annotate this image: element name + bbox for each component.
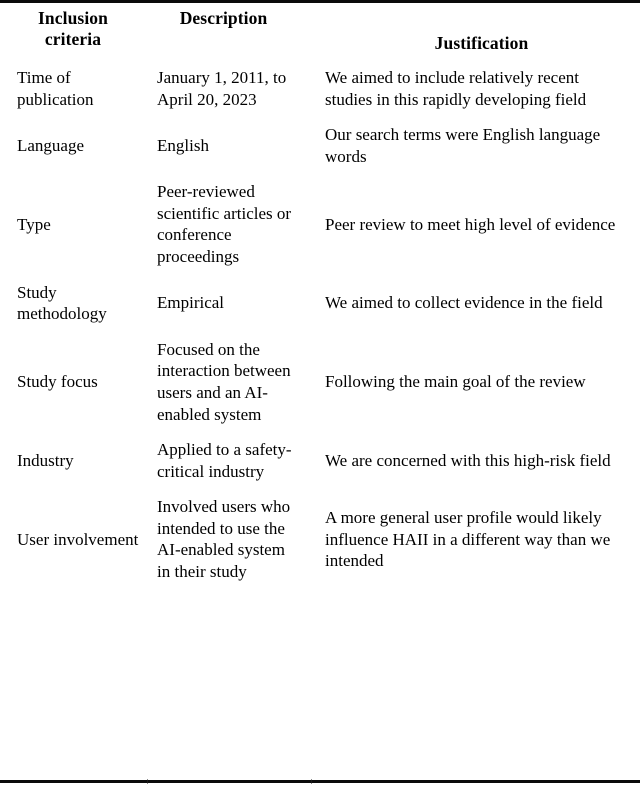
cell-justification: We aimed to include relatively recent st… <box>325 68 587 109</box>
cell-description: January 1, 2011, to April 20, 2023 <box>157 68 287 109</box>
cell-justification: A more general user profile would likely… <box>325 508 611 571</box>
cell-criteria: Industry <box>17 450 74 470</box>
table-row: Study focus Focused on the interaction b… <box>0 332 640 432</box>
cell-description: Involved users who intended to use the A… <box>157 497 291 581</box>
inclusion-criteria-table: Inclusion criteria Description Justifica… <box>0 3 640 590</box>
table-row: User involvement Involved users who inte… <box>0 489 640 589</box>
cell-description: Applied to a safety-critical industry <box>157 440 292 481</box>
cell-description: Empirical <box>157 293 225 313</box>
column-header-justification: Justification <box>434 33 529 53</box>
cell-criteria: Time of publication <box>17 68 94 109</box>
cell-justification: We are concerned with this high-risk fie… <box>325 450 611 470</box>
column-header-inclusion-criteria: Inclusion criteria <box>38 8 108 49</box>
cell-justification: We aimed to collect evidence in the fiel… <box>325 293 603 313</box>
table-row: Industry Applied to a safety-critical in… <box>0 432 640 489</box>
inclusion-criteria-table-figure: Inclusion criteria Description Justifica… <box>0 0 640 789</box>
cell-justification: Our search terms were English language w… <box>325 125 601 166</box>
table-header-row: Inclusion criteria Description Justifica… <box>0 3 640 60</box>
table-row: Language English Our search terms were E… <box>0 117 640 174</box>
cell-criteria: Type <box>17 214 51 234</box>
cell-criteria: Language <box>17 135 85 155</box>
table-body: Time of publication January 1, 2011, to … <box>0 60 640 590</box>
cell-description: Peer-reviewed scientific articles or con… <box>157 182 292 267</box>
cell-justification: Following the main goal of the review <box>325 372 586 392</box>
table-bottom-rule <box>0 780 640 783</box>
table-row: Study methodology Empirical We aimed to … <box>0 275 640 332</box>
cell-criteria: Study methodology <box>17 282 107 324</box>
bottom-rule-tick-right <box>311 779 312 784</box>
cell-criteria: Study focus <box>17 372 98 392</box>
cell-description: Focused on the interaction between users… <box>157 339 291 424</box>
cell-description: English <box>157 135 209 155</box>
cell-criteria: User involvement <box>17 529 139 549</box>
column-header-description: Description <box>179 8 268 28</box>
table-row: Time of publication January 1, 2011, to … <box>0 60 640 117</box>
bottom-rule-tick-left <box>147 779 148 784</box>
cell-justification: Peer review to meet high level of eviden… <box>325 214 616 234</box>
table-row: Type Peer-reviewed scientific articles o… <box>0 174 640 274</box>
table-header: Inclusion criteria Description Justifica… <box>0 3 640 60</box>
